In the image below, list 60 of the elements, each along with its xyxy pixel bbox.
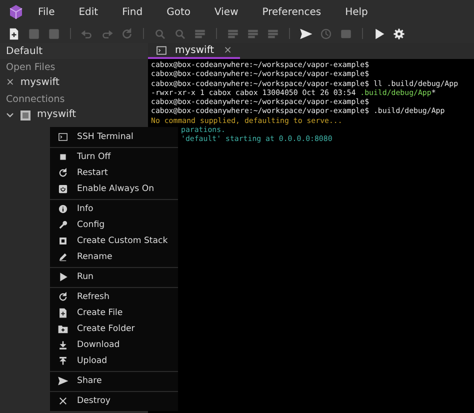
new-file-icon <box>58 308 68 318</box>
pencil-icon <box>58 252 68 262</box>
info-icon <box>58 204 68 214</box>
upload-icon <box>58 356 68 366</box>
stop-icon <box>58 152 68 162</box>
power-icon <box>58 184 68 194</box>
restart-icon <box>58 168 68 178</box>
search-icon <box>154 28 166 40</box>
context-menu-item[interactable]: Upload <box>50 353 178 369</box>
section-title: Open Files <box>5 61 56 75</box>
cube-logo-icon <box>8 4 24 20</box>
connection-item[interactable]: myswift <box>37 109 76 121</box>
server-icon <box>20 110 31 120</box>
menu-item[interactable]: View <box>202 6 250 18</box>
context-menu-item[interactable]: Enable Always On <box>50 181 178 197</box>
context-menu-item[interactable]: Destroy <box>50 393 178 409</box>
chevron-down-icon[interactable] <box>6 111 14 119</box>
redo-icon <box>101 28 113 40</box>
context-menu-item[interactable]: Turn Off <box>50 149 178 165</box>
find-icon <box>174 28 186 40</box>
undo-icon <box>81 28 93 40</box>
settings-icon <box>393 28 405 40</box>
context-menu-item[interactable]: Create Folder <box>50 321 178 337</box>
new-file-icon <box>8 28 20 40</box>
context-menu-item[interactable]: Share <box>50 373 178 389</box>
workspace-title: Default <box>0 43 148 59</box>
terminal-icon <box>58 132 68 142</box>
play-icon <box>58 272 68 282</box>
refresh-icon <box>121 28 133 40</box>
context-menu-item[interactable]: Rename <box>50 249 178 265</box>
section-title: Connections <box>5 93 66 107</box>
close-file-button[interactable]: × <box>6 77 14 89</box>
context-menu-item[interactable]: Refresh <box>50 289 178 305</box>
context-menu-item[interactable]: Create Custom Stack <box>50 233 178 249</box>
menu-item[interactable]: File <box>24 6 67 18</box>
new-folder-icon <box>58 324 68 334</box>
menu-item[interactable]: Preferences <box>250 6 334 18</box>
run-icon <box>373 28 385 40</box>
menu-item[interactable]: Help <box>333 6 380 18</box>
terminal-tab[interactable]: myswift × <box>148 43 240 59</box>
send-icon <box>300 28 312 40</box>
menu-item[interactable]: Find <box>110 6 155 18</box>
context-menu-item[interactable]: Info <box>50 201 178 217</box>
terminal-icon <box>156 44 167 56</box>
context-menu-item[interactable]: Config <box>50 217 178 233</box>
send-icon <box>58 376 68 386</box>
menu-item[interactable]: Edit <box>66 6 110 18</box>
close-icon <box>58 396 68 406</box>
download-icon <box>58 340 68 350</box>
context-menu-item[interactable]: Download <box>50 337 178 353</box>
context-menu-item[interactable]: Run <box>50 269 178 285</box>
context-menu-item[interactable]: SSH Terminal <box>50 129 178 145</box>
history-icon <box>320 28 332 40</box>
open-file-item[interactable]: myswift <box>20 77 60 89</box>
context-menu-item[interactable]: Restart <box>50 165 178 181</box>
menu-item[interactable]: Goto <box>154 6 203 18</box>
context-menu-item[interactable]: Create File <box>50 305 178 321</box>
stack-icon <box>58 236 68 246</box>
refresh-icon <box>58 292 68 302</box>
close-tab-button[interactable]: × <box>224 44 232 56</box>
